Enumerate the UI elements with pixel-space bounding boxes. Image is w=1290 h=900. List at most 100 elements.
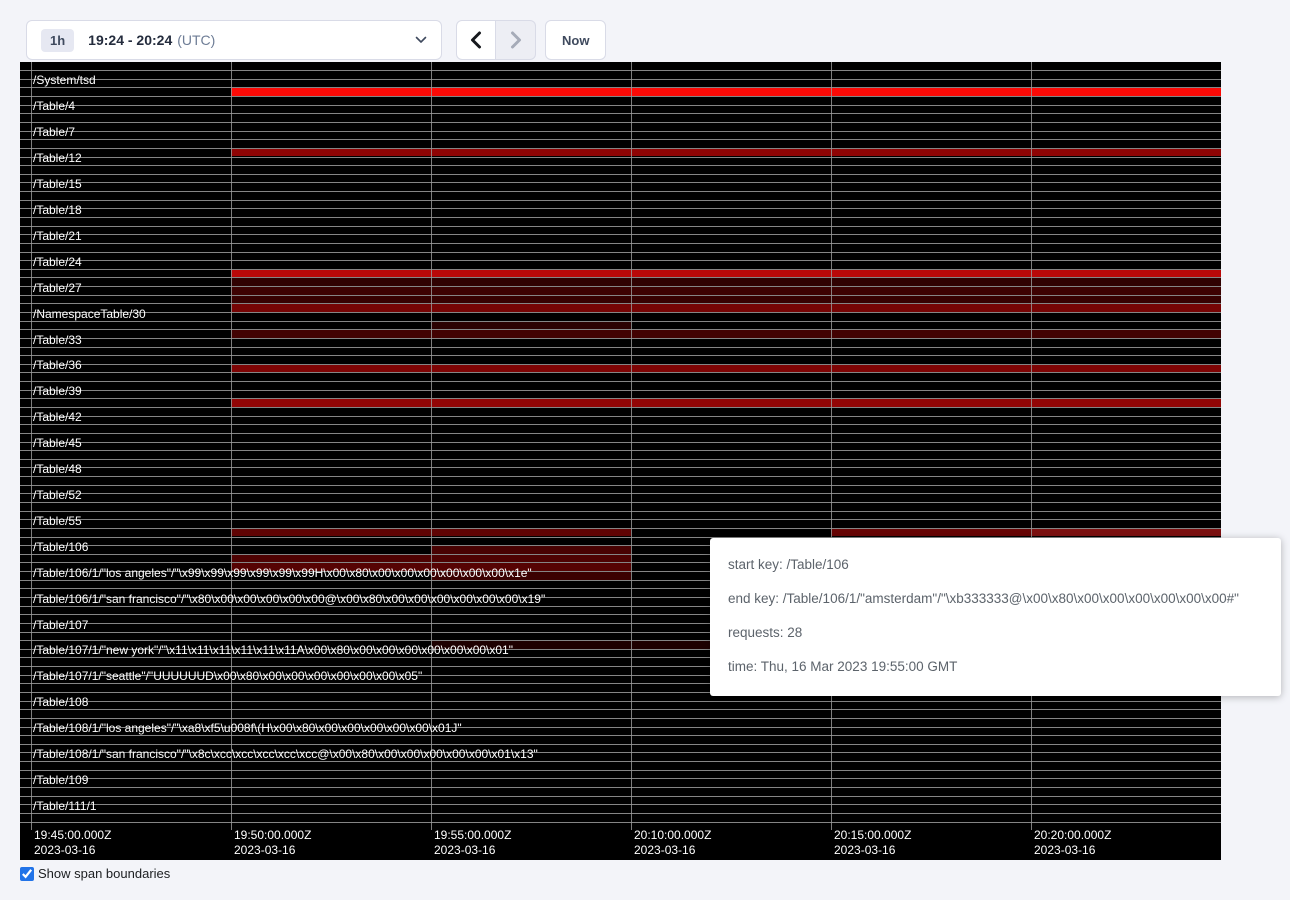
heatmap-band[interactable] bbox=[231, 365, 1221, 373]
heatmap-band[interactable] bbox=[431, 322, 631, 330]
time-tick-label: 20:20:00.000Z2023-03-16 bbox=[1034, 828, 1111, 858]
span-boundary-line bbox=[20, 519, 1221, 520]
heatmap-band[interactable] bbox=[231, 399, 1221, 407]
span-boundary-line bbox=[20, 182, 1221, 183]
span-boundary-line bbox=[20, 804, 1221, 805]
span-boundary-line bbox=[20, 701, 1221, 702]
heatmap-band[interactable] bbox=[831, 529, 1031, 537]
tooltip-line: end key: /Table/106/1/"amsterdam"/"\xb33… bbox=[728, 582, 1263, 616]
row-label: /Table/108/1/"los angeles"/"\xa8\xf5\u00… bbox=[33, 722, 462, 735]
span-boundary-line bbox=[20, 105, 1221, 106]
key-visualizer-page: 1h 19:24 - 20:24 (UTC) Now /System/tsd/T… bbox=[0, 0, 1290, 900]
time-nav-group bbox=[456, 20, 536, 60]
time-gridline bbox=[631, 62, 632, 830]
span-boundary-line bbox=[20, 217, 1221, 218]
heatmap-plot[interactable]: /System/tsd/Table/4/Table/7/Table/12/Tab… bbox=[20, 62, 1221, 822]
span-boundary-line bbox=[20, 416, 1221, 417]
span-boundary-line bbox=[20, 796, 1221, 797]
row-label: /Table/4 bbox=[33, 100, 75, 113]
show-span-boundaries[interactable]: Show span boundaries bbox=[20, 866, 170, 881]
row-label: /Table/18 bbox=[33, 204, 82, 217]
span-boundary-line bbox=[20, 226, 1221, 227]
time-gridline bbox=[431, 62, 432, 830]
span-boundary-line bbox=[20, 744, 1221, 745]
span-boundary-line bbox=[20, 390, 1221, 391]
span-boundary-line bbox=[20, 511, 1221, 512]
row-label: /Table/7 bbox=[33, 126, 75, 139]
time-tick-label: 20:10:00.000Z2023-03-16 bbox=[634, 828, 711, 858]
span-boundary-line bbox=[20, 735, 1221, 736]
heatmap-band[interactable] bbox=[231, 304, 1221, 312]
span-boundary-line bbox=[20, 243, 1221, 244]
row-label: /Table/106/1/"los angeles"/"\x99\x99\x99… bbox=[33, 567, 532, 580]
heatmap-band[interactable] bbox=[231, 296, 1221, 304]
heatmap-band[interactable] bbox=[231, 330, 1221, 338]
row-label: /Table/52 bbox=[33, 489, 82, 502]
chevron-down-icon bbox=[415, 36, 427, 44]
row-label: /Table/106 bbox=[33, 541, 88, 554]
span-boundary-line bbox=[20, 157, 1221, 158]
chevron-left-icon bbox=[469, 31, 483, 49]
range-tooltip: start key: /Table/106end key: /Table/106… bbox=[710, 538, 1281, 696]
span-boundary-line bbox=[20, 485, 1221, 486]
span-boundary-line bbox=[20, 165, 1221, 166]
row-label: /Table/24 bbox=[33, 256, 82, 269]
checkbox-label: Show span boundaries bbox=[38, 866, 170, 881]
span-boundary-line bbox=[20, 139, 1221, 140]
span-boundary-line bbox=[20, 770, 1221, 771]
row-label: /Table/45 bbox=[33, 437, 82, 450]
row-label: /Table/27 bbox=[33, 282, 82, 295]
span-boundary-line bbox=[20, 467, 1221, 468]
heatmap-canvas[interactable]: /System/tsd/Table/4/Table/7/Table/12/Tab… bbox=[20, 62, 1221, 860]
span-boundary-line bbox=[20, 79, 1221, 80]
row-label: /Table/106/1/"san francisco"/"\x80\x00\x… bbox=[33, 593, 545, 606]
heatmap-band[interactable] bbox=[431, 546, 631, 554]
heatmap-band[interactable] bbox=[231, 287, 1221, 295]
row-label: /Table/36 bbox=[33, 359, 82, 372]
row-label: /Table/107/1/"seattle"/"UUUUUUD\x00\x80\… bbox=[33, 670, 422, 683]
span-boundary-line bbox=[20, 347, 1221, 348]
span-boundary-line bbox=[20, 709, 1221, 710]
span-boundary-line bbox=[20, 260, 1221, 261]
prev-time-button[interactable] bbox=[456, 20, 496, 60]
span-boundary-line bbox=[20, 433, 1221, 434]
row-label: /Table/111/1 bbox=[33, 800, 97, 813]
span-boundary-line bbox=[20, 174, 1221, 175]
next-time-button[interactable] bbox=[496, 20, 536, 60]
span-boundary-line bbox=[20, 191, 1221, 192]
span-boundary-line bbox=[20, 813, 1221, 814]
time-tick-label: 20:15:00.000Z2023-03-16 bbox=[834, 828, 911, 858]
span-boundary-line bbox=[20, 252, 1221, 253]
row-label: /Table/12 bbox=[33, 152, 82, 165]
span-boundary-line bbox=[20, 381, 1221, 382]
span-boundary-line bbox=[20, 424, 1221, 425]
time-tick-label: 19:55:00.000Z2023-03-16 bbox=[434, 828, 511, 858]
span-boundary-line bbox=[20, 312, 1221, 313]
heatmap-band[interactable] bbox=[231, 149, 1221, 157]
span-boundary-line bbox=[20, 122, 1221, 123]
span-boundary-line bbox=[20, 822, 1221, 823]
heatmap-band[interactable] bbox=[231, 278, 1221, 286]
now-button[interactable]: Now bbox=[545, 20, 606, 60]
time-tick-label: 19:45:00.000Z2023-03-16 bbox=[34, 828, 111, 858]
span-boundary-line bbox=[20, 355, 1221, 356]
row-label: /Table/107/1/"new york"/"\x11\x11\x11\x1… bbox=[33, 644, 513, 657]
time-gridline bbox=[1031, 62, 1032, 830]
span-boundary-line bbox=[20, 450, 1221, 451]
heatmap-band[interactable] bbox=[231, 88, 1221, 96]
row-label: /Table/108/1/"san francisco"/"\x8c\xcc\x… bbox=[33, 748, 538, 761]
time-range-select[interactable]: 1h 19:24 - 20:24 (UTC) bbox=[26, 20, 442, 60]
heatmap-band[interactable] bbox=[1031, 529, 1221, 537]
span-boundary-line bbox=[20, 493, 1221, 494]
span-boundary-line bbox=[20, 131, 1221, 132]
time-axis: 19:45:00.000Z2023-03-1619:50:00.000Z2023… bbox=[20, 822, 1221, 860]
row-label: /Table/109 bbox=[33, 774, 88, 787]
tooltip-line: requests: 28 bbox=[728, 616, 1263, 650]
heatmap-band[interactable] bbox=[231, 270, 1221, 278]
time-range-text: 19:24 - 20:24 bbox=[88, 32, 172, 48]
row-label: /Table/107 bbox=[33, 619, 88, 632]
show-span-boundaries-checkbox[interactable] bbox=[20, 867, 34, 881]
span-boundary-line bbox=[20, 761, 1221, 762]
span-boundary-line bbox=[20, 234, 1221, 235]
duration-badge: 1h bbox=[41, 29, 74, 52]
